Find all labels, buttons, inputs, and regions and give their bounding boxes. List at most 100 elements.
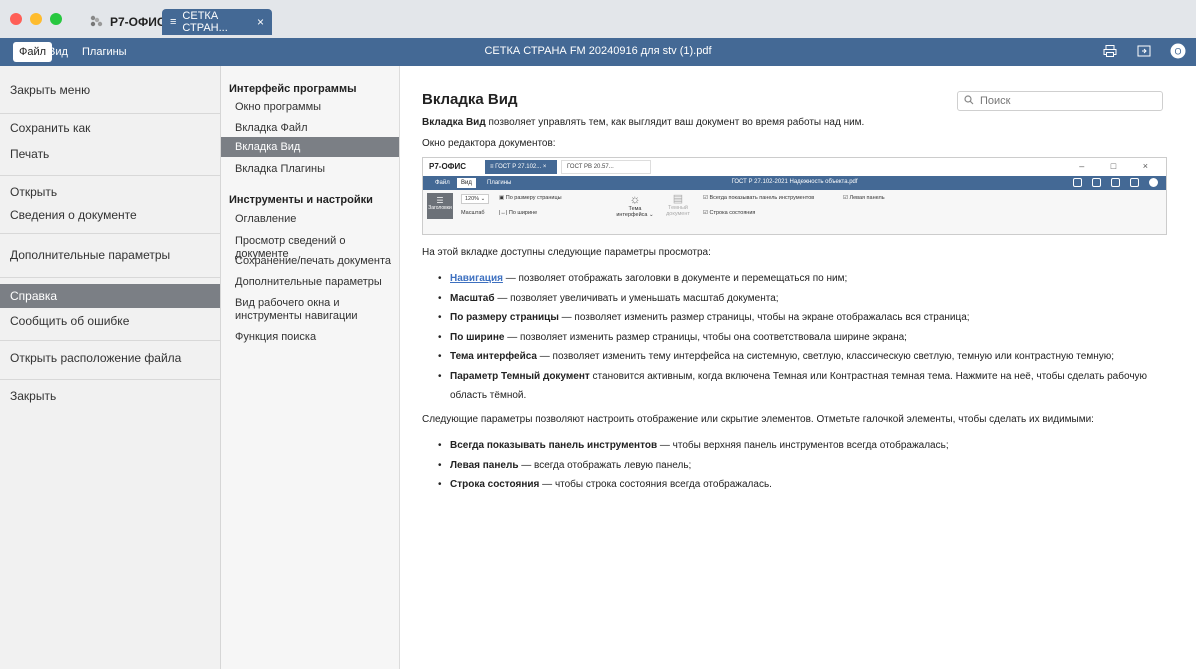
list-item: Тема интерфейса — позволяет изменить тем…: [438, 347, 1178, 367]
headers-label: Заголовки: [428, 205, 452, 211]
close-window-button[interactable]: [10, 13, 22, 25]
menu-bar: Файл Вид Плагины СЕТКА СТРАНА FM 2024091…: [0, 38, 1196, 66]
page-title: Вкладка Вид: [422, 91, 518, 108]
app-tab-label: Р7-ОФИС: [110, 15, 166, 29]
help-link-plugins-tab[interactable]: Вкладка Плагины: [221, 163, 399, 176]
list-item: Параметр Темный документ становится акти…: [438, 367, 1178, 406]
list-item-text: — позволяет изменить размер страницы, чт…: [504, 331, 907, 343]
menu-bar-icons: O: [1102, 43, 1186, 59]
list-item: Левая панель — всегда отображать левую п…: [438, 456, 1178, 476]
save-as-item[interactable]: Сохранить как: [0, 116, 220, 140]
svg-text:O: O: [1174, 47, 1181, 57]
close-item[interactable]: Закрыть: [0, 384, 220, 408]
chk-left-label: Левая панель: [849, 195, 885, 201]
list-item: По ширине — позволяет изменить размер ст…: [438, 328, 1178, 348]
document-icon: ▤: [672, 193, 684, 205]
title-bar: Р7-ОФИС ≡ СЕТКА СТРАН... ×: [0, 0, 1196, 38]
divider: [0, 277, 220, 278]
screenshot-checkbox-left-panel: ☑ Левая панель: [843, 195, 885, 201]
theme-label-2: интерфейса ⌄: [616, 212, 654, 218]
advanced-settings-item[interactable]: Дополнительные параметры: [0, 243, 220, 267]
divider: [0, 340, 220, 341]
screenshot-tab1-close: ×: [542, 164, 547, 170]
open-file-location-item[interactable]: Открыть расположение файла: [0, 346, 220, 370]
screenshot-avatar-icon: [1149, 178, 1158, 187]
r7-logo-icon: [88, 15, 104, 30]
user-avatar-icon[interactable]: O: [1170, 43, 1186, 59]
help-link-view-tab[interactable]: Вкладка Вид: [221, 137, 399, 157]
screenshot-dark-document-button: ▤ Темный документ: [661, 192, 695, 217]
report-bug-item[interactable]: Сообщить об ошибке: [0, 309, 220, 333]
zoom-window-button[interactable]: [50, 13, 62, 25]
list-item: Всегда показывать панель инструментов — …: [438, 436, 1178, 456]
minimize-window-button[interactable]: [30, 13, 42, 25]
list-item-term: Тема интерфейса: [450, 351, 537, 362]
screenshot-window-controls: – □ ×: [1079, 161, 1160, 171]
list-item-text: — чтобы строка состояния всегда отобража…: [539, 479, 772, 490]
navigation-link[interactable]: Навигация: [450, 273, 503, 284]
app-home-tab[interactable]: Р7-ОФИС: [80, 9, 170, 35]
help-link-file-tab[interactable]: Вкладка Файл: [221, 122, 399, 135]
list-item-term: Параметр Темный документ: [450, 370, 590, 382]
visibility-intro: Следующие параметры позволяют настроить …: [422, 414, 1094, 425]
list-item-text: — позволяет отображать заголовки в докум…: [502, 273, 848, 284]
help-link-contents[interactable]: Оглавление: [221, 213, 399, 226]
fit-width-label: По ширине: [508, 210, 538, 216]
list-item-text: — позволяет увеличивать и уменьшать масш…: [494, 292, 779, 304]
close-tab-icon[interactable]: ×: [257, 15, 264, 29]
app-window: Р7-ОФИС ≡ СЕТКА СТРАН... × Файл Вид Плаг…: [0, 0, 1196, 669]
help-content: Вкладка Вид Вкладка Вид позволяет управл…: [400, 66, 1196, 669]
headers-icon: ☰: [436, 196, 444, 205]
print-item[interactable]: Печать: [0, 142, 220, 166]
list-item-text: — позволяет изменить размер страницы, чт…: [558, 312, 970, 323]
close-menu-item[interactable]: Закрыть меню: [0, 78, 220, 102]
screenshot-checkbox-toolbar: ☑ Всегда показывать панель инструментов: [703, 195, 815, 201]
list-item-text: — всегда отображать левую панель;: [518, 459, 692, 471]
sun-icon: ☼: [629, 192, 641, 206]
chk-status-label: Строка состояния: [709, 210, 756, 216]
visibility-list: Всегда показывать панель инструментов — …: [438, 436, 1178, 495]
help-item[interactable]: Справка: [0, 284, 220, 308]
dark-label-2: документ: [666, 211, 690, 217]
screenshot-search-icon: [1130, 178, 1139, 187]
screenshot-print-icon: [1092, 178, 1101, 187]
print-icon[interactable]: [1102, 43, 1118, 59]
screenshot-folder-icon: [1111, 178, 1120, 187]
screenshot-icons: [1073, 178, 1158, 187]
list-item: Масштаб — позволяет увеличивать и уменьш…: [438, 289, 1178, 309]
view-params-list: Навигация — позволяет отображать заголов…: [438, 269, 1178, 406]
help-link-search[interactable]: Функция поиска: [221, 331, 399, 344]
document-tab-label: СЕТКА СТРАН...: [182, 10, 228, 34]
list-item-term: Строка состояния: [450, 479, 540, 490]
window-controls: [10, 13, 62, 25]
document-title: СЕТКА СТРАНА FM 20240916 для stv (1).pdf: [484, 45, 712, 57]
help-link-save-print[interactable]: Сохранение/печать документа: [221, 255, 399, 268]
search-box[interactable]: [957, 91, 1163, 111]
search-icon: [964, 94, 974, 108]
list-item: Навигация — позволяет отображать заголов…: [438, 269, 1178, 289]
document-info-item[interactable]: Сведения о документе: [0, 203, 220, 227]
help-link-window-navigation[interactable]: Вид рабочего окна и инструменты навигаци…: [221, 297, 399, 323]
screenshot-headers-button: ☰ Заголовки: [427, 193, 453, 219]
search-input[interactable]: [978, 94, 1152, 108]
help-link-advanced-settings[interactable]: Дополнительные параметры: [221, 276, 399, 289]
divider: [0, 175, 220, 176]
screenshot-tab: ГОСТ РВ 20.57...: [561, 160, 651, 174]
help-link-program-window[interactable]: Окно программы: [221, 101, 399, 114]
open-item[interactable]: Открыть: [0, 180, 220, 204]
screenshot-scale-label: Масштаб: [461, 210, 485, 216]
document-tab[interactable]: ≡ СЕТКА СТРАН... ×: [162, 9, 272, 35]
editor-screenshot: Р7-ОФИС ≡ ГОСТ Р 27.102... × ГОСТ РВ 20.…: [422, 157, 1167, 235]
open-location-icon[interactable]: [1136, 43, 1152, 59]
intro-bold: Вкладка Вид: [422, 117, 486, 128]
list-item-text: — позволяет изменить тему интерфейса на …: [536, 351, 1115, 362]
screenshot-zoom-select: 120% ⌄: [461, 194, 490, 204]
screenshot-fit-width: |↔| По ширине: [499, 210, 538, 216]
screenshot-theme-button: ☼ Тема интерфейса ⌄: [613, 192, 657, 218]
list-item-term: По размеру страницы: [450, 312, 559, 323]
divider: [0, 233, 220, 234]
screenshot-toolbar: ☰ Заголовки 120% ⌄ ▣ По размеру страницы…: [423, 190, 1166, 234]
screenshot-tab1-label: ГОСТ Р 27.102...: [495, 164, 542, 170]
list-item-term: Масштаб: [450, 292, 495, 304]
help-navigation: Интерфейс программы Окно программы Вклад…: [221, 66, 400, 669]
